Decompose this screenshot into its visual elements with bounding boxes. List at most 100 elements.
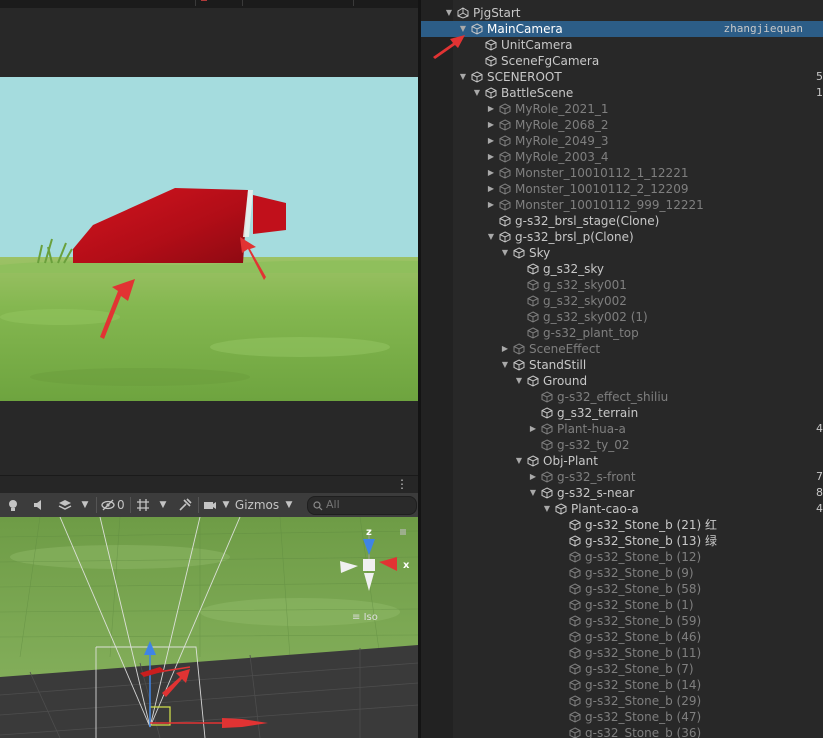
hierarchy-row[interactable]: g-s32_ty_02 bbox=[421, 437, 823, 453]
expanded-arrow-icon[interactable]: ▼ bbox=[527, 485, 539, 501]
hierarchy-row[interactable]: g-s32_Stone_b (9) bbox=[421, 565, 823, 581]
hierarchy-row[interactable]: g-s32_Stone_b (36) bbox=[421, 725, 823, 738]
game-view[interactable] bbox=[0, 77, 418, 401]
hierarchy-row[interactable]: g-s32_Stone_b (59) bbox=[421, 613, 823, 629]
hierarchy-row[interactable]: ▶ MyRole_2021_1 bbox=[421, 101, 823, 117]
hierarchy-row[interactable]: ▶ Monster_10010112_999_12221 bbox=[421, 197, 823, 213]
hierarchy-row[interactable]: g_s32_sky002 bbox=[421, 293, 823, 309]
collapsed-arrow-icon[interactable]: ▶ bbox=[485, 165, 497, 181]
hierarchy-row[interactable]: g-s32_Stone_b (14) bbox=[421, 677, 823, 693]
collapsed-arrow-icon[interactable]: ▶ bbox=[485, 181, 497, 197]
expanded-arrow-icon[interactable]: ▼ bbox=[485, 229, 497, 245]
gizmo-center-cube[interactable] bbox=[363, 559, 375, 571]
hierarchy-row[interactable]: g-s32_effect_shiliu bbox=[421, 389, 823, 405]
hierarchy-row[interactable]: UnitCamera bbox=[421, 37, 823, 53]
hierarchy-row[interactable]: ▶ SceneEffect bbox=[421, 341, 823, 357]
hierarchy-row[interactable]: g-s32_Stone_b (47) bbox=[421, 709, 823, 725]
hierarchy-row[interactable]: ▼ StandStill bbox=[421, 357, 823, 373]
collapsed-arrow-icon[interactable]: ▶ bbox=[485, 197, 497, 213]
hierarchy-row-label: g-s32_Stone_b (36) bbox=[585, 726, 702, 738]
gizmo-x-label: x bbox=[403, 560, 410, 571]
hierarchy-row[interactable]: ▶ MyRole_2003_4 bbox=[421, 149, 823, 165]
wrench-icon bbox=[179, 498, 192, 511]
scene-search-field[interactable] bbox=[307, 496, 417, 515]
hierarchy-row[interactable]: ▶ MyRole_2068_2 bbox=[421, 117, 823, 133]
hierarchy-row-label: MyRole_2068_2 bbox=[515, 118, 609, 132]
more-menu-icon[interactable]: ⋮ bbox=[396, 476, 408, 493]
hierarchy-row[interactable]: ▶ MyRole_2049_3 bbox=[421, 133, 823, 149]
hierarchy-row[interactable]: g_s32_sky002 (1) bbox=[421, 309, 823, 325]
hierarchy-row[interactable]: ▼ SCENEROOT 5 bbox=[421, 69, 823, 85]
lock-icon[interactable] bbox=[400, 529, 406, 535]
expanded-arrow-icon[interactable]: ▼ bbox=[499, 245, 511, 261]
collapsed-arrow-icon[interactable]: ▶ bbox=[485, 117, 497, 133]
expanded-arrow-icon[interactable]: ▼ bbox=[471, 85, 483, 101]
scene-view[interactable]: z x ≡ Iso bbox=[0, 517, 418, 738]
hierarchy-row[interactable]: ▼ g-s32_s-near 8 bbox=[421, 485, 823, 501]
hierarchy-row[interactable]: ▼ Ground bbox=[421, 373, 823, 389]
hierarchy-row[interactable]: ▶ g-s32_s-front 7 bbox=[421, 469, 823, 485]
hierarchy-row[interactable]: g-s32_Stone_b (58) bbox=[421, 581, 823, 597]
expanded-arrow-icon[interactable]: ▼ bbox=[513, 373, 525, 389]
expanded-arrow-icon[interactable]: ▼ bbox=[443, 5, 455, 21]
collapsed-arrow-icon[interactable]: ▶ bbox=[485, 133, 497, 149]
hierarchy-row[interactable]: ▼ MainCamera zhangjiequan bbox=[421, 21, 823, 37]
grid-toggle-button[interactable] bbox=[132, 495, 154, 515]
hierarchy-row[interactable]: ▼ Sky bbox=[421, 245, 823, 261]
gizmos-button[interactable]: Gizmos bbox=[234, 495, 280, 515]
collapsed-arrow-icon[interactable]: ▶ bbox=[485, 101, 497, 117]
hierarchy-row[interactable]: g-s32_brsl_stage(Clone) bbox=[421, 213, 823, 229]
hierarchy-row-label: g-s32_Stone_b (12) bbox=[585, 550, 702, 564]
audio-toggle-button[interactable] bbox=[28, 495, 50, 515]
collapsed-arrow-icon[interactable]: ▶ bbox=[485, 149, 497, 165]
hierarchy-row[interactable]: g-s32_Stone_b (21) 红 bbox=[421, 517, 823, 533]
hierarchy-row[interactable]: g-s32_Stone_b (12) bbox=[421, 549, 823, 565]
hierarchy-row[interactable]: g_s32_sky001 bbox=[421, 277, 823, 293]
tab-left[interactable] bbox=[0, 0, 196, 6]
hierarchy-row[interactable]: g_s32_sky bbox=[421, 261, 823, 277]
hierarchy-row[interactable]: SceneFgCamera bbox=[421, 53, 823, 69]
hierarchy-row[interactable]: ▼ Obj-Plant bbox=[421, 453, 823, 469]
hierarchy-row[interactable]: g-s32_Stone_b (29) bbox=[421, 693, 823, 709]
lighting-toggle-button[interactable] bbox=[2, 495, 24, 515]
camera-dropdown-arrow[interactable]: ▼ bbox=[220, 495, 232, 515]
hierarchy-row[interactable]: g-s32_Stone_b (7) bbox=[421, 661, 823, 677]
collapsed-arrow-icon[interactable]: ▶ bbox=[527, 469, 539, 485]
projection-label[interactable]: ≡ Iso bbox=[352, 612, 378, 623]
hierarchy-row[interactable]: ▶ Plant-hua-a 4 bbox=[421, 421, 823, 437]
effects-dropdown-arrow[interactable]: ▼ bbox=[78, 495, 92, 515]
hierarchy-row[interactable]: ▼ g-s32_brsl_p(Clone) bbox=[421, 229, 823, 245]
hierarchy-row[interactable]: g-s32_plant_top bbox=[421, 325, 823, 341]
error-badge bbox=[201, 0, 207, 1]
hierarchy-row[interactable]: ▶ Monster_10010112_1_12221 bbox=[421, 165, 823, 181]
expanded-arrow-icon[interactable]: ▼ bbox=[541, 501, 553, 517]
hidden-objects-toggle[interactable]: 0 bbox=[99, 495, 127, 515]
hierarchy-row[interactable]: g-s32_Stone_b (13) 绿 bbox=[421, 533, 823, 549]
hierarchy-row[interactable]: ▼ Plant-cao-a 4 bbox=[421, 501, 823, 517]
expanded-arrow-icon[interactable]: ▼ bbox=[513, 453, 525, 469]
camera-settings-button[interactable] bbox=[200, 495, 220, 515]
collapsed-arrow-icon[interactable]: ▶ bbox=[499, 341, 511, 357]
tab-middle[interactable] bbox=[196, 0, 243, 6]
hierarchy-row[interactable]: g-s32_Stone_b (1) bbox=[421, 597, 823, 613]
effects-toggle-button[interactable] bbox=[54, 495, 76, 515]
hierarchy-row[interactable]: g-s32_Stone_b (11) bbox=[421, 645, 823, 661]
grid-dropdown-arrow[interactable]: ▼ bbox=[156, 495, 170, 515]
hierarchy-row[interactable]: g_s32_terrain bbox=[421, 405, 823, 421]
hierarchy-row-label: g-s32_Stone_b (58) bbox=[585, 582, 702, 596]
gizmo-z-label: z bbox=[366, 527, 372, 538]
hierarchy-row[interactable]: g-s32_Stone_b (46) bbox=[421, 629, 823, 645]
collapsed-arrow-icon[interactable]: ▶ bbox=[527, 421, 539, 437]
tools-button[interactable] bbox=[174, 495, 196, 515]
hierarchy-row-label: g_s32_sky001 bbox=[543, 278, 627, 292]
gameobject-cube-icon bbox=[569, 567, 581, 579]
gameobject-cube-icon bbox=[513, 343, 525, 355]
hierarchy-row[interactable]: ▼ BattleScene 1 bbox=[421, 85, 823, 101]
hierarchy-row[interactable]: ▶ Monster_10010112_2_12209 bbox=[421, 181, 823, 197]
hierarchy-row[interactable]: ▼ PjgStart bbox=[421, 5, 823, 21]
tab-right[interactable] bbox=[243, 0, 354, 6]
expanded-arrow-icon[interactable]: ▼ bbox=[499, 357, 511, 373]
scene-search-input[interactable] bbox=[326, 497, 412, 512]
gizmos-dropdown-arrow[interactable]: ▼ bbox=[282, 495, 296, 515]
expanded-arrow-icon[interactable]: ▼ bbox=[457, 69, 469, 85]
